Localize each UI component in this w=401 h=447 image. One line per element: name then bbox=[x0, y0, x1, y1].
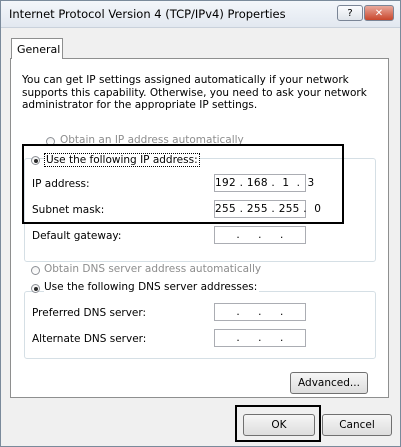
use-following-dns-radio[interactable] bbox=[31, 284, 40, 293]
use-following-dns-label: Use the following DNS server addresses: bbox=[44, 281, 260, 293]
title-bar: Internet Protocol Version 4 (TCP/IPv4) P… bbox=[1, 1, 400, 28]
help-button[interactable]: ? bbox=[337, 5, 363, 21]
alternate-dns-label: Alternate DNS server: bbox=[32, 333, 147, 345]
help-icon: ? bbox=[347, 8, 353, 19]
close-icon: ✕ bbox=[374, 8, 384, 19]
tab-general[interactable]: General bbox=[11, 38, 63, 59]
obtain-dns-auto-label: Obtain DNS server address automatically bbox=[44, 263, 262, 275]
ok-button[interactable]: OK bbox=[243, 414, 315, 436]
cancel-button[interactable]: Cancel bbox=[322, 414, 392, 436]
obtain-ip-auto-label: Obtain an IP address automatically bbox=[60, 134, 244, 146]
obtain-dns-auto-radio[interactable] bbox=[31, 266, 40, 275]
dns-group-frame bbox=[24, 291, 376, 359]
advanced-button[interactable]: Advanced... bbox=[290, 372, 368, 394]
intro-text: You can get IP settings assigned automat… bbox=[22, 74, 367, 111]
subnet-mask-field[interactable]: 255 . 255 . 255 . 0 bbox=[214, 200, 321, 218]
preferred-dns-field[interactable]: . . . bbox=[214, 303, 306, 321]
preferred-dns-label: Preferred DNS server: bbox=[32, 307, 147, 319]
subnet-mask-label: Subnet mask: bbox=[32, 204, 105, 216]
window-title: Internet Protocol Version 4 (TCP/IPv4) P… bbox=[9, 7, 286, 21]
default-gateway-field[interactable]: . . . bbox=[214, 226, 306, 244]
ip-address-field[interactable]: 192 . 168 . 1 . 3 bbox=[214, 174, 314, 192]
close-button[interactable]: ✕ bbox=[364, 5, 394, 21]
use-following-ip-label: Use the following IP address: bbox=[44, 153, 200, 167]
obtain-ip-auto-radio[interactable] bbox=[46, 137, 55, 146]
ip-address-label: IP address: bbox=[32, 178, 90, 190]
use-following-ip-radio[interactable] bbox=[31, 156, 40, 165]
default-gateway-label: Default gateway: bbox=[32, 230, 122, 242]
alternate-dns-field[interactable]: . . . bbox=[214, 329, 306, 347]
